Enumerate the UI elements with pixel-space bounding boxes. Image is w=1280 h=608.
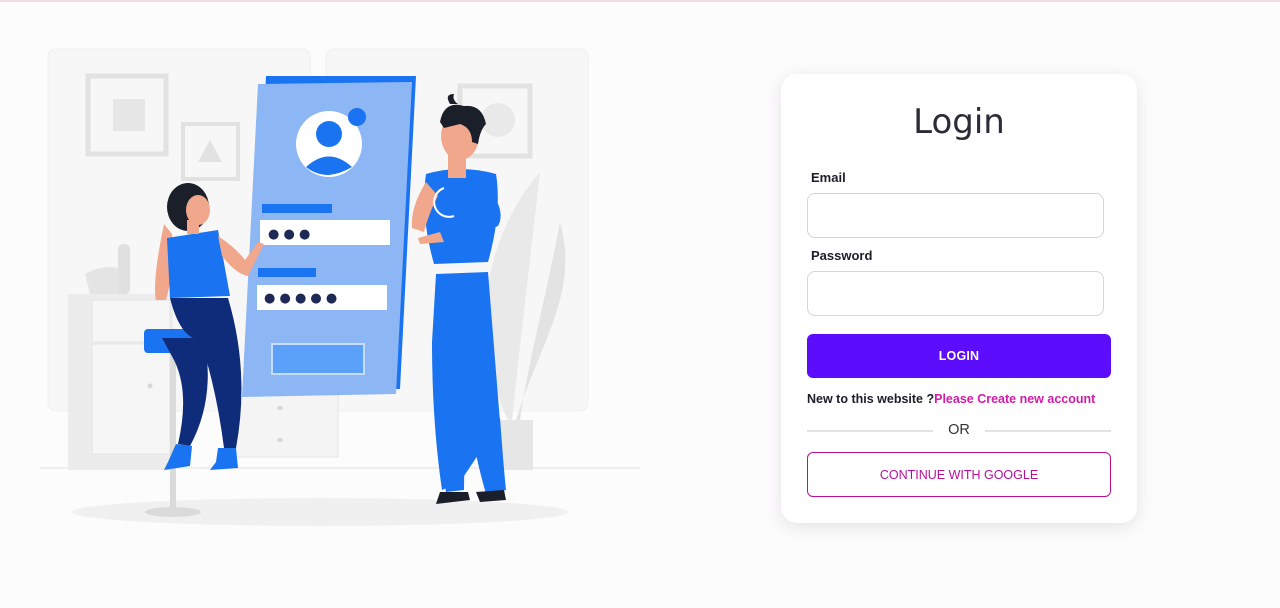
password-field[interactable] xyxy=(807,271,1104,316)
login-illustration: ● ● ● ● ● ● ● ● xyxy=(40,48,640,526)
password-mask-short: ● ● ● xyxy=(268,227,310,242)
divider-line-right xyxy=(985,430,1111,432)
create-account-link[interactable]: Please Create new account xyxy=(934,392,1095,406)
google-signin-button[interactable]: CONTINUE WITH GOOGLE xyxy=(807,452,1111,497)
signup-prompt: New to this website ?Please Create new a… xyxy=(807,392,1095,406)
divider-line-left xyxy=(807,430,933,432)
email-label: Email xyxy=(811,170,846,185)
new-user-text: New to this website ? xyxy=(807,392,935,406)
or-divider-text: OR xyxy=(948,422,970,438)
password-mask-long: ● ● ● ● ● xyxy=(264,291,337,306)
login-title: Login xyxy=(913,102,1005,142)
password-label: Password xyxy=(811,248,873,263)
email-field[interactable] xyxy=(807,193,1104,238)
login-button[interactable]: LOGIN xyxy=(807,334,1111,378)
login-title-wrap: Login xyxy=(781,2,1137,162)
